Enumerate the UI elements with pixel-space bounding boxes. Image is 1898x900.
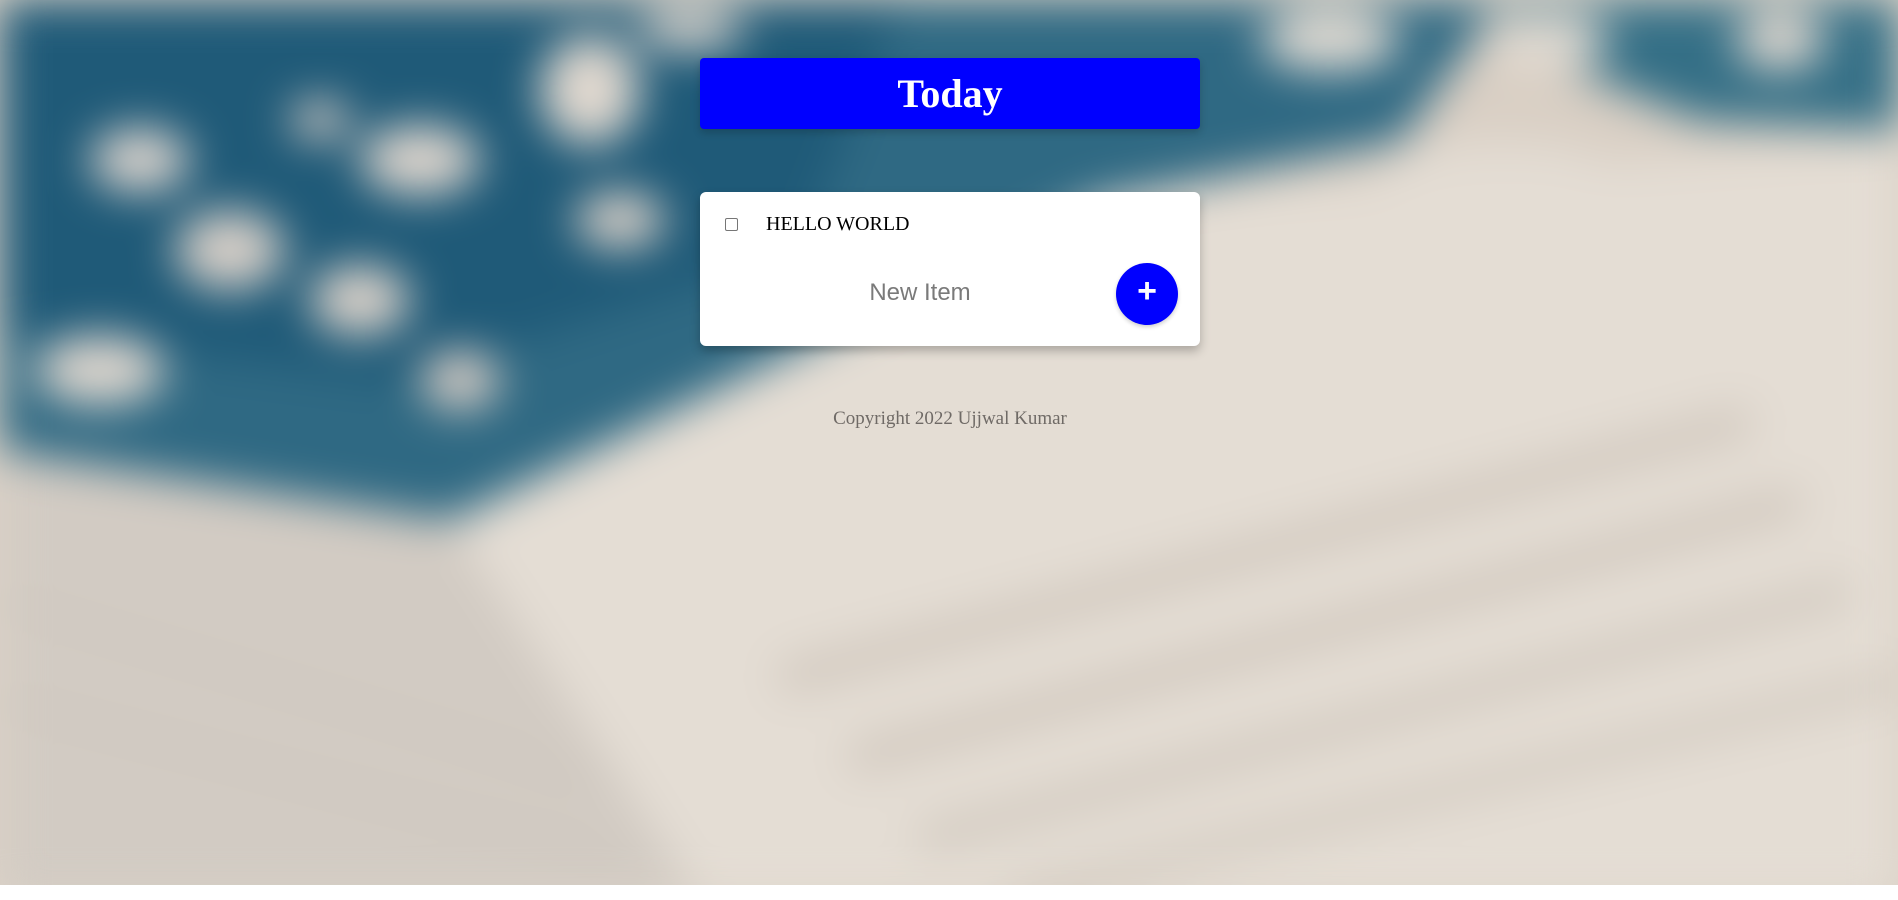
item-label: HELLO WORLD	[766, 213, 910, 235]
add-item-button[interactable]: +	[1116, 263, 1178, 325]
todo-card: HELLO WORLD +	[700, 192, 1200, 346]
footer-copyright: Copyright 2022 Ujjwal Kumar	[833, 408, 1067, 429]
page-title: Today	[897, 70, 1003, 116]
background-image	[0, 0, 1898, 900]
plus-icon: +	[1137, 272, 1157, 310]
list-item: HELLO WORLD	[700, 192, 1200, 260]
bottom-strip	[0, 885, 1898, 900]
item-checkbox[interactable]	[725, 218, 738, 231]
new-item-input[interactable]	[800, 273, 1040, 313]
list-header: Today	[700, 58, 1200, 129]
new-item-form: +	[700, 260, 1200, 346]
